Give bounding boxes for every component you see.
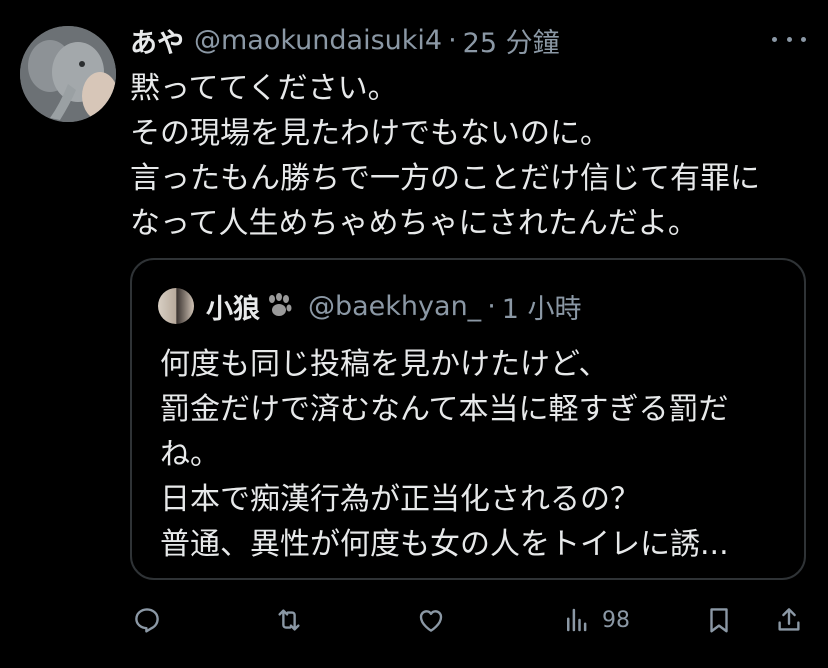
share-button[interactable] bbox=[774, 598, 804, 642]
reply-button[interactable] bbox=[132, 598, 162, 642]
tweet-text-line: 言ったもん勝ちで一方のことだけ信じて有罪に bbox=[130, 161, 760, 196]
like-icon bbox=[419, 610, 443, 632]
like-button[interactable] bbox=[416, 598, 446, 642]
avatar[interactable] bbox=[20, 26, 116, 122]
quote-text-line: ね。 bbox=[160, 437, 220, 472]
quote-text-line: 日本で痴漢行為が正当化されるの？ bbox=[160, 482, 640, 517]
quote-text: 何度も同じ投稿を見かけたけど、 罰金だけで済むなんて本当に軽すぎる罰だ ね。 日… bbox=[160, 342, 780, 567]
quote-timestamp[interactable]: 1 小時 bbox=[502, 287, 582, 326]
more-options-icon[interactable] bbox=[772, 26, 806, 52]
quote-avatar[interactable] bbox=[158, 288, 194, 324]
retweet-button[interactable] bbox=[274, 598, 304, 642]
quote-header: 小狼 @baekhyan_ · 1 小時 bbox=[158, 286, 582, 326]
timestamp[interactable]: 25 分鐘 bbox=[463, 21, 560, 60]
views-button[interactable]: 98 bbox=[562, 598, 630, 642]
display-name[interactable]: あや bbox=[130, 21, 184, 60]
tweet-text: 黙っててください。 その現場を見たわけでもないのに。 言ったもん勝ちで一方のこと… bbox=[130, 66, 810, 246]
quote-user-handle[interactable]: @baekhyan_ bbox=[308, 291, 481, 322]
views-count: 98 bbox=[602, 607, 630, 633]
bookmark-icon bbox=[710, 608, 728, 633]
bookmark-button[interactable] bbox=[704, 598, 734, 642]
retweet-icon bbox=[278, 609, 300, 631]
action-bar: 98 bbox=[130, 598, 810, 642]
views-icon bbox=[567, 608, 587, 632]
tweet[interactable]: あや @maokundaisuki4 · 25 分鐘 黙っててください。 その現… bbox=[0, 0, 828, 668]
tweet-text-line: その現場を見たわけでもないのに。 bbox=[130, 116, 610, 151]
separator-dot: · bbox=[448, 24, 457, 56]
tweet-header: あや @maokundaisuki4 · 25 分鐘 bbox=[130, 20, 560, 60]
user-handle[interactable]: @maokundaisuki4 bbox=[194, 25, 442, 56]
tweet-text-line: なって人生めちゃめちゃにされたんだよ。 bbox=[130, 206, 698, 241]
quoted-tweet[interactable]: 小狼 @baekhyan_ · 1 小時 何度も同じ投稿を見かけたけど、 罰金だ… bbox=[130, 258, 806, 580]
paw-emoji-icon bbox=[269, 293, 292, 316]
quote-text-line: 罰金だけで済むなんて本当に軽すぎる罰だ bbox=[160, 392, 729, 427]
quote-separator-dot: · bbox=[487, 290, 496, 322]
quote-text-line: 何度も同じ投稿を見かけたけど、 bbox=[160, 347, 609, 382]
tweet-text-line: 黙っててください。 bbox=[130, 71, 398, 106]
quote-text-line: 普通、異性が何度も女の人をトイレに誘... bbox=[160, 527, 729, 562]
quote-display-name[interactable]: 小狼 bbox=[206, 287, 260, 326]
reply-icon bbox=[135, 608, 159, 633]
share-icon bbox=[778, 608, 800, 631]
